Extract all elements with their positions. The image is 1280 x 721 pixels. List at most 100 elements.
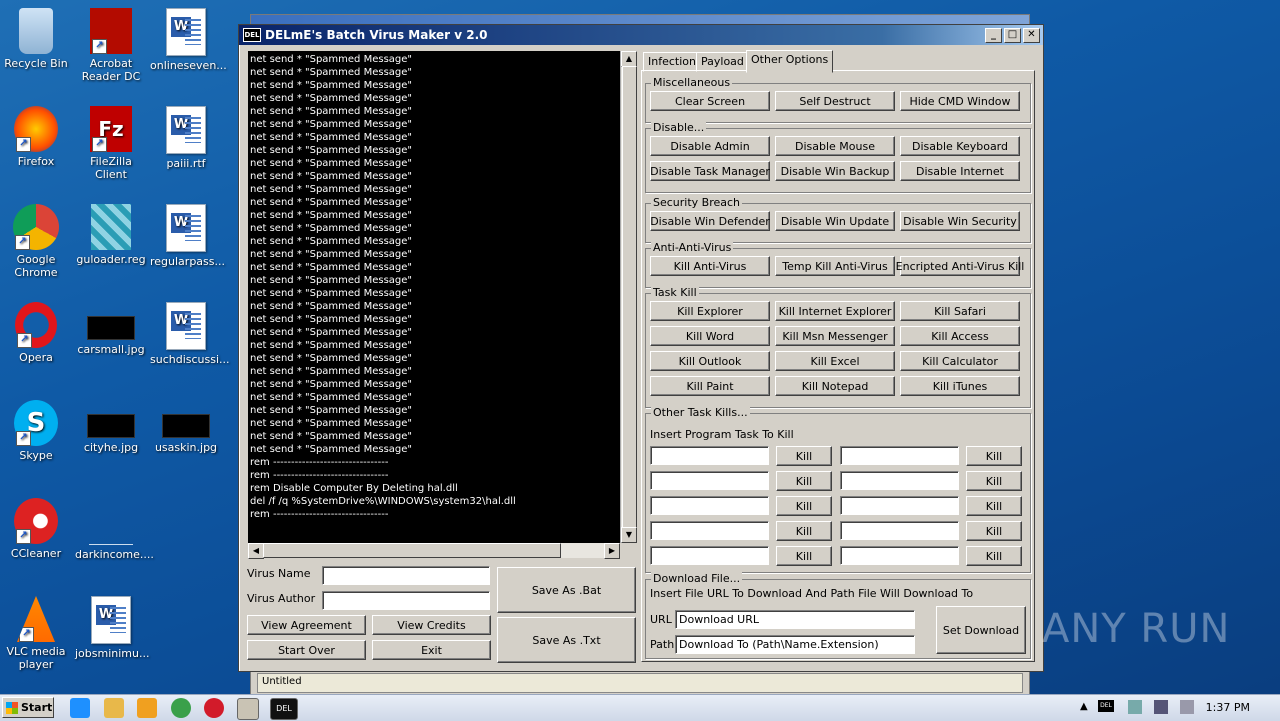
task-kill-input[interactable] (840, 546, 959, 565)
desktop-icon[interactable]: ↗ Acrobat Reader DC (75, 8, 147, 83)
task-kill-input[interactable] (650, 496, 769, 515)
kill-explorer-button[interactable]: Kill Explorer (650, 301, 770, 321)
kill-access-button[interactable]: Kill Access (900, 326, 1020, 346)
disable-task-manager-button[interactable]: Disable Task Manager (650, 161, 770, 181)
volume-icon[interactable] (1180, 700, 1194, 714)
ie-icon[interactable] (70, 698, 90, 718)
desktop-icon[interactable]: Wsuchdiscussi... (150, 302, 230, 366)
desktop-icon[interactable]: guloader.reg (75, 204, 147, 266)
tab-payload[interactable]: Payload (696, 52, 749, 72)
batch-virus-maker-taskbar-button[interactable]: DEL (270, 698, 298, 720)
exit-button[interactable]: Exit (372, 640, 491, 660)
virus-name-input[interactable] (322, 566, 490, 585)
tray-arrow-icon[interactable]: ▲ (1080, 701, 1088, 712)
desktop-icon[interactable]: darkincome.... (75, 498, 154, 561)
kill-msn-messenger-button[interactable]: Kill Msn Messenger (775, 326, 895, 346)
task-kill-input[interactable] (840, 496, 959, 515)
view-credits-button[interactable]: View Credits (372, 615, 491, 635)
kill-task-button[interactable]: Kill (966, 496, 1022, 516)
scroll-thumb[interactable] (622, 66, 637, 528)
desktop-icon[interactable]: usaskin.jpg (150, 400, 222, 454)
desktop-icon[interactable]: Wpaiii.rtf (150, 106, 222, 170)
task-kill-input[interactable] (650, 546, 769, 565)
console-horizontal-scrollbar[interactable]: ◀ ▶ (248, 543, 620, 559)
desktop-icon[interactable]: S ↗ Skype (0, 400, 72, 462)
task-kill-input[interactable] (840, 521, 959, 540)
kill-itunes-button[interactable]: Kill iTunes (900, 376, 1020, 396)
desktop-icon[interactable]: Fz ↗ FileZilla Client (75, 106, 147, 181)
self-destruct-button[interactable]: Self Destruct (775, 91, 895, 111)
temp-kill-anti-virus-button[interactable]: Temp Kill Anti-Virus (775, 256, 895, 276)
chrome-icon[interactable] (171, 698, 191, 718)
kill-task-button[interactable]: Kill (776, 471, 832, 491)
media-player-icon[interactable] (137, 698, 157, 718)
task-kill-input[interactable] (650, 521, 769, 540)
desktop-icon[interactable]: Wregularpass... (150, 204, 225, 268)
kill-task-button[interactable]: Kill (776, 446, 832, 466)
kill-task-button[interactable]: Kill (966, 546, 1022, 566)
kill-word-button[interactable]: Kill Word (650, 326, 770, 346)
desktop-icon[interactable]: cityhe.jpg (75, 400, 147, 454)
download-path-input[interactable] (675, 635, 915, 654)
desktop-icon[interactable]: ↗ Firefox (0, 106, 72, 168)
virus-author-input[interactable] (322, 591, 490, 610)
clear-screen-button[interactable]: Clear Screen (650, 91, 770, 111)
console-vertical-scrollbar[interactable]: ▲ ▼ (620, 51, 637, 543)
tray-del-icon[interactable]: DEL (1098, 700, 1114, 712)
desktop-icon[interactable]: Recycle Bin (0, 8, 72, 70)
tab-other-options[interactable]: Other Options (746, 50, 834, 73)
script-output-console[interactable]: net send * "Spammed Message" net send * "… (248, 51, 620, 543)
kill-calculator-button[interactable]: Kill Calculator (900, 351, 1020, 371)
desktop-icon[interactable]: Wonlineseven... (150, 8, 227, 72)
start-over-button[interactable]: Start Over (247, 640, 366, 660)
view-agreement-button[interactable]: View Agreement (247, 615, 366, 635)
kill-task-button[interactable]: Kill (776, 521, 832, 541)
kill-internet-explorer-button[interactable]: Kill Internet Explorer (775, 301, 895, 321)
scroll-down-icon[interactable]: ▼ (621, 527, 637, 543)
explorer-folder-icon[interactable] (104, 698, 124, 718)
kill-task-button[interactable]: Kill (966, 471, 1022, 491)
disable-keyboard-button[interactable]: Disable Keyboard (900, 136, 1020, 156)
start-button[interactable]: Start (2, 697, 54, 718)
clock[interactable]: 1:37 PM (1206, 701, 1250, 714)
scroll-left-icon[interactable]: ◀ (248, 543, 264, 559)
close-button[interactable]: ✕ (1023, 27, 1040, 43)
network-icon[interactable] (1154, 700, 1168, 714)
task-kill-input[interactable] (840, 471, 959, 490)
kill-notepad-button[interactable]: Kill Notepad (775, 376, 895, 396)
kill-anti-virus-button[interactable]: Kill Anti-Virus (650, 256, 770, 276)
kill-safari-button[interactable]: Kill Safari (900, 301, 1020, 321)
maximize-button[interactable]: □ (1004, 27, 1021, 43)
desktop-icon[interactable]: ↗ CCleaner (0, 498, 72, 560)
disable-internet-button[interactable]: Disable Internet (900, 161, 1020, 181)
disable-win-update-button[interactable]: Disable Win Update (775, 211, 895, 231)
task-kill-input[interactable] (840, 446, 959, 465)
minimize-button[interactable]: _ (985, 27, 1002, 43)
download-url-input[interactable] (675, 610, 915, 629)
task-kill-input[interactable] (650, 446, 769, 465)
desktop-icon[interactable]: Wjobsminimu... (75, 596, 149, 660)
save-as-txt-button[interactable]: Save As .Txt (497, 617, 636, 663)
disable-admin-button[interactable]: Disable Admin (650, 136, 770, 156)
kill-excel-button[interactable]: Kill Excel (775, 351, 895, 371)
kill-paint-button[interactable]: Kill Paint (650, 376, 770, 396)
program-icon[interactable] (237, 698, 259, 720)
save-as-bat-button[interactable]: Save As .Bat (497, 567, 636, 613)
encripted-anti-virus-kill-button[interactable]: Encripted Anti-Virus Kill (896, 256, 1024, 276)
task-kill-input[interactable] (650, 471, 769, 490)
disable-win-backup-button[interactable]: Disable Win Backup (775, 161, 895, 181)
disable-win-security-button[interactable]: Disable Win Security (900, 211, 1020, 231)
kill-task-button[interactable]: Kill (966, 446, 1022, 466)
scroll-right-icon[interactable]: ▶ (604, 543, 620, 559)
disable-mouse-button[interactable]: Disable Mouse (775, 136, 895, 156)
tab-infection[interactable]: Infection (643, 52, 701, 72)
hide-cmd-window-button[interactable]: Hide CMD Window (900, 91, 1020, 111)
kill-outlook-button[interactable]: Kill Outlook (650, 351, 770, 371)
scroll-up-icon[interactable]: ▲ (621, 51, 637, 67)
desktop-icon[interactable]: ↗ Opera (0, 302, 72, 364)
disable-win-defender-button[interactable]: Disable Win Defender (650, 211, 770, 231)
desktop-icon[interactable]: ↗ Google Chrome (0, 204, 72, 279)
set-download-button[interactable]: Set Download (936, 606, 1026, 654)
flag-tray-icon[interactable] (1128, 700, 1142, 714)
desktop-icon[interactable]: ↗ VLC media player (0, 596, 72, 671)
